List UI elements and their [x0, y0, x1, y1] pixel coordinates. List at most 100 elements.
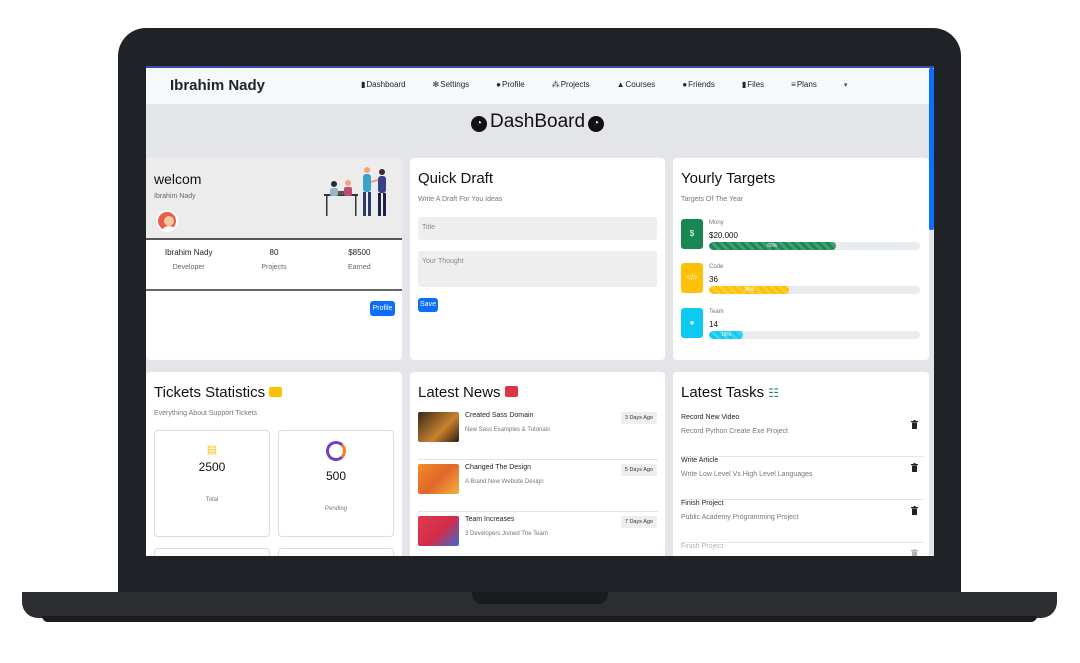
- target-progress: 38%: [709, 286, 920, 294]
- nav-friends[interactable]: ● Friends: [682, 80, 715, 89]
- card-title-text: Latest Tasks: [681, 384, 765, 401]
- news-item[interactable]: Created Sass Domain New Sass Examples & …: [418, 412, 658, 460]
- ticket-value: 500: [325, 469, 347, 483]
- draft-thought-textarea[interactable]: Your Thought: [418, 251, 657, 287]
- target-value: $20.000: [709, 231, 738, 240]
- target-progress-fill: 38%: [709, 286, 790, 294]
- quick-draft-card: Quick Draft Write A Draft For You Ideas …: [410, 158, 665, 360]
- trash-icon[interactable]: [911, 463, 918, 472]
- target-progress-fill: 60%: [709, 242, 836, 250]
- ticket-icon: [269, 387, 283, 397]
- target-label: Mony: [709, 220, 724, 226]
- card-title: Quick Draft: [418, 170, 494, 187]
- nav-label: Plans: [796, 80, 817, 89]
- gear-icon: ✻: [432, 80, 440, 89]
- news-description: 3 Developers Joined The Team: [465, 531, 548, 537]
- file-icon: ▮: [741, 80, 747, 89]
- nav-courses[interactable]: ▲ Courses: [617, 80, 656, 89]
- checklist-icon: ☷: [768, 386, 780, 400]
- divider: [146, 289, 402, 291]
- nav-profile[interactable]: ● Profile: [496, 80, 525, 89]
- card-subtitle: Write A Draft For You Ideas: [418, 196, 503, 203]
- draft-title-input[interactable]: Title: [418, 217, 657, 240]
- nav-label: Projects: [560, 80, 590, 89]
- ticket-value: 2500: [198, 460, 226, 474]
- stat-earned: $8500 Earned: [317, 248, 402, 271]
- stat-projects: 80 Projects: [231, 248, 316, 271]
- task-item: Record New Video Record Python Create Ex…: [681, 414, 924, 457]
- dollar-icon: $: [681, 219, 703, 249]
- page-scrollbar[interactable]: [929, 68, 934, 230]
- welcome-title: welcom: [154, 171, 202, 187]
- card-subtitle: Targets Of The Year: [681, 196, 744, 203]
- card-title: Latest News: [418, 384, 518, 401]
- news-thumbnail: [418, 412, 459, 442]
- news-item[interactable]: Changed The Design A Brand New Website D…: [418, 464, 658, 512]
- navbar: Ibrahim Nady ▮ Dashboard ✻ Settings ● Profi…: [146, 68, 929, 104]
- layers-icon: ≡: [791, 80, 796, 89]
- avatar[interactable]: [156, 210, 178, 232]
- news-title: Team Increases: [465, 516, 515, 523]
- trash-icon[interactable]: [911, 506, 918, 515]
- nav-dashboard[interactable]: ▮ Dashboard: [361, 80, 406, 89]
- nav-projects[interactable]: ⁂ Projects: [552, 80, 590, 89]
- gauge-icon: ◔: [588, 116, 605, 132]
- target-value: 14: [709, 320, 718, 329]
- news-thumbnail: [418, 516, 459, 546]
- stat-label: Developer: [172, 264, 205, 271]
- nav-settings[interactable]: ✻ Settings: [433, 80, 470, 89]
- card-subtitle: Everything About Support Tickets: [154, 410, 258, 417]
- card-title-text: Tickets Statistics: [154, 384, 266, 401]
- trash-icon[interactable]: [911, 420, 918, 429]
- laptop-base-edge: [42, 616, 1037, 622]
- nav-label: Friends: [688, 80, 715, 89]
- profile-button[interactable]: Profile: [370, 301, 395, 316]
- user-icon: ●: [681, 308, 703, 338]
- team-illustration: [324, 167, 386, 216]
- diagram-icon: ⁂: [551, 80, 560, 89]
- task-title: Record New Video: [681, 414, 740, 421]
- chart-icon: ▮: [361, 80, 366, 89]
- stat-name: Ibrahim Nady Developer: [146, 248, 231, 271]
- trash-icon[interactable]: [911, 549, 918, 556]
- caret-down-icon: ▾: [843, 81, 848, 89]
- ticket-box-pending: 500 Pending: [278, 430, 394, 537]
- news-item[interactable]: Team Increases 3 Developers Joined The T…: [418, 516, 658, 556]
- target-progress: 16%: [709, 331, 920, 339]
- target-progress-fill: 16%: [709, 331, 743, 339]
- welcome-card: welcom Ibrahim Nady Ibrahim Nady Develop…: [146, 158, 402, 360]
- brand-name[interactable]: Ibrahim Nady: [170, 77, 265, 94]
- welcome-name: Ibrahim Nady: [154, 193, 196, 200]
- target-label: Team: [709, 309, 724, 315]
- page-title-text: DashBoard: [489, 111, 586, 132]
- nav-label: Settings: [440, 80, 470, 89]
- users-icon: ●: [682, 80, 688, 89]
- code-icon: </>: [681, 263, 703, 293]
- user-icon: ●: [496, 80, 501, 89]
- ticket-label: Pending: [324, 506, 348, 512]
- news-thumbnail: [418, 464, 459, 494]
- news-age-badge: 3 Days Ago: [620, 412, 657, 424]
- task-title: Write Article: [681, 457, 719, 464]
- save-button[interactable]: Save: [418, 298, 438, 312]
- nav-label: Profile: [502, 80, 525, 89]
- task-description: Public Academy Programming Project: [681, 514, 799, 521]
- card-title: Yourly Targets: [681, 170, 776, 187]
- nav-plans[interactable]: ≡ Plans: [791, 80, 817, 89]
- graduation-cap-icon: ▲: [616, 80, 625, 89]
- news-description: New Sass Examples & Tutorials: [465, 427, 551, 433]
- task-description: Write Low Level Vs High Level Languages: [681, 471, 813, 478]
- nav-files[interactable]: ▮ Files: [742, 80, 764, 89]
- task-item: Write Article Write Low Level Vs High Le…: [681, 457, 924, 500]
- nav-label: Dashboard: [366, 80, 406, 89]
- gauge-icon: ◔: [470, 116, 487, 132]
- stat-label: Projects: [261, 264, 287, 271]
- list-icon: ▤: [206, 444, 218, 456]
- card-title: Tickets Statistics: [154, 384, 283, 401]
- page-title: ◔ DashBoard ◔: [146, 111, 929, 133]
- stat-value: 80: [269, 248, 279, 257]
- nav-more-dropdown[interactable]: ▾: [844, 80, 848, 89]
- news-title: Created Sass Domain: [465, 412, 534, 419]
- task-description: Record Python Create Exe Project: [681, 428, 788, 435]
- nav-label: Files: [747, 80, 765, 89]
